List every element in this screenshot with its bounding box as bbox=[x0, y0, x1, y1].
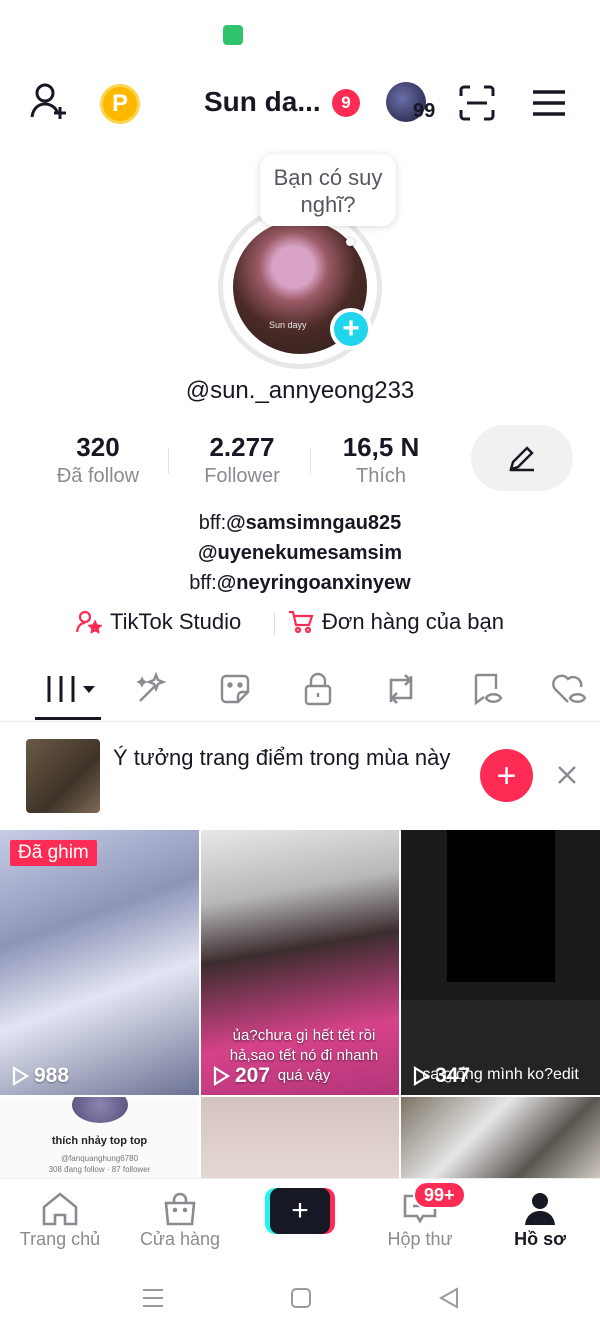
profile-title[interactable]: Sun da... bbox=[204, 86, 321, 118]
tab-favorites[interactable] bbox=[457, 666, 517, 712]
avatar-caption: Sun dayy bbox=[269, 320, 307, 330]
video-thumbnail[interactable] bbox=[401, 1097, 600, 1178]
coin-icon[interactable]: P bbox=[100, 84, 140, 124]
bio-line: @uyenekumesamsim bbox=[0, 538, 600, 568]
video-thumbnail[interactable] bbox=[201, 1097, 399, 1178]
top-bar: P Sun da... 9 99 bbox=[0, 72, 600, 134]
bio-mention[interactable]: @uyenekumesamsim bbox=[198, 542, 402, 564]
promo-add-button[interactable]: + bbox=[480, 749, 533, 802]
create-button[interactable]: + bbox=[265, 1188, 335, 1234]
user-handle[interactable]: @sun._annyeong233 bbox=[0, 377, 600, 405]
grid-icon bbox=[47, 676, 95, 702]
promo-text: Ý tưởng trang điểm trong mùa này bbox=[113, 745, 451, 770]
nav-label: Hộp thư bbox=[387, 1229, 453, 1249]
nav-profile[interactable]: Hồ sơ bbox=[485, 1189, 595, 1250]
bio-mention[interactable]: @neyringoanxinyew bbox=[217, 572, 411, 594]
bio: bff:@samsimngau825 @uyenekumesamsim bff:… bbox=[0, 508, 600, 598]
active-tab-indicator bbox=[35, 717, 101, 720]
thumbnail-title: thích nhảy top top bbox=[51, 1135, 148, 1147]
play-icon bbox=[413, 1066, 431, 1086]
pinned-badge: Đã ghim bbox=[10, 840, 97, 866]
bio-line: bff:@neyringoanxinyew bbox=[189, 572, 411, 594]
pencil-icon bbox=[509, 446, 534, 472]
tab-reposts[interactable] bbox=[371, 666, 431, 712]
video-thumbnail[interactable]: Đã ghim 988 bbox=[0, 830, 199, 1095]
play-icon bbox=[213, 1066, 231, 1086]
nav-home[interactable]: Trang chủ bbox=[5, 1189, 115, 1250]
tab-videos[interactable] bbox=[40, 666, 100, 712]
magic-icon bbox=[136, 671, 167, 702]
nav-shop[interactable]: Cửa hàng bbox=[125, 1189, 235, 1250]
stat-likes[interactable]: 16,5 N Thích bbox=[328, 432, 434, 488]
notification-badge: 9 bbox=[332, 89, 360, 117]
heart-eye-icon bbox=[552, 674, 587, 703]
view-count: 207 bbox=[211, 1064, 270, 1088]
shopping-bag-icon bbox=[164, 1192, 196, 1226]
story-count: 99 bbox=[413, 100, 436, 122]
tab-stickers[interactable] bbox=[205, 666, 265, 712]
promo-banner[interactable]: Ý tưởng trang điểm trong mùa này + bbox=[0, 722, 600, 828]
orders-link[interactable]: Đơn hàng của bạn bbox=[288, 609, 504, 635]
menu-icon[interactable] bbox=[530, 86, 568, 120]
bubble-dot bbox=[346, 238, 354, 246]
tab-private[interactable] bbox=[288, 666, 348, 712]
stat-followers[interactable]: 2.277 Follower bbox=[188, 432, 296, 488]
home-button-icon[interactable] bbox=[287, 1284, 315, 1312]
back-icon[interactable] bbox=[435, 1284, 463, 1312]
video-grid: Đã ghim 988 ủa?chưa gì hết tết rồi hả,sa… bbox=[0, 830, 600, 1178]
nav-label: Cửa hàng bbox=[139, 1229, 221, 1249]
nav-label: Trang chủ bbox=[19, 1229, 101, 1249]
tab-effects[interactable] bbox=[122, 666, 182, 712]
stat-label: Đã follow bbox=[56, 465, 140, 487]
divider bbox=[310, 448, 311, 474]
stat-following[interactable]: 320 Đã follow bbox=[44, 432, 152, 488]
recents-icon[interactable] bbox=[139, 1284, 167, 1312]
nav-label: Hồ sơ bbox=[514, 1229, 566, 1249]
edit-profile-button[interactable] bbox=[471, 425, 573, 491]
stat-value: 320 bbox=[76, 432, 120, 462]
cart-icon bbox=[289, 610, 314, 634]
stat-label: Thích bbox=[355, 465, 407, 487]
content-tabs bbox=[0, 660, 600, 722]
lock-icon bbox=[304, 672, 332, 706]
divider bbox=[274, 613, 275, 635]
system-nav-bar bbox=[0, 1262, 600, 1333]
promo-thumbnail bbox=[26, 739, 100, 813]
stat-value: 16,5 N bbox=[342, 432, 420, 462]
profile-icon bbox=[525, 1193, 555, 1225]
add-story-button[interactable]: + bbox=[330, 308, 372, 350]
studio-user-icon bbox=[76, 610, 102, 634]
studio-label: TikTok Studio bbox=[110, 609, 242, 634]
thought-bubble[interactable]: Bạn có suy nghĩ? bbox=[260, 154, 396, 226]
bio-mention[interactable]: @samsimngau825 bbox=[226, 512, 401, 534]
tiktok-studio-link[interactable]: TikTok Studio bbox=[76, 609, 241, 635]
close-icon[interactable] bbox=[554, 762, 580, 788]
bottom-nav: Trang chủ Cửa hàng + Hộp thư 99+ Hồ sơ bbox=[0, 1178, 600, 1262]
tab-liked[interactable] bbox=[540, 666, 600, 712]
view-count: 988 bbox=[10, 1064, 69, 1088]
repost-icon bbox=[389, 674, 413, 704]
stat-label: Follower bbox=[204, 465, 280, 487]
video-thumbnail[interactable]: ca giống mình ko?edit 347 bbox=[401, 830, 600, 1095]
bio-line: bff:@samsimngau825 bbox=[198, 512, 402, 534]
orders-label: Đơn hàng của bạn bbox=[322, 609, 505, 634]
video-thumbnail[interactable]: thích nhảy top top @fanquanghung6780 308 … bbox=[0, 1097, 199, 1178]
video-thumbnail[interactable]: ủa?chưa gì hết tết rồi hả,sao tết nó đi … bbox=[201, 830, 399, 1095]
thumbnail-avatar bbox=[72, 1097, 128, 1123]
play-icon bbox=[12, 1066, 30, 1086]
status-app-icon bbox=[223, 25, 243, 45]
profile-links: TikTok Studio Đơn hàng của bạn bbox=[0, 607, 600, 641]
thumbnail-subtitle: @fanquanghung6780 308 đang follow · 87 fo… bbox=[48, 1154, 151, 1174]
home-icon bbox=[42, 1192, 78, 1226]
view-count: 347 bbox=[411, 1064, 470, 1088]
stat-value: 2.277 bbox=[209, 432, 275, 462]
inbox-badge: 99+ bbox=[413, 1181, 466, 1209]
video-preview bbox=[447, 830, 555, 982]
divider bbox=[168, 448, 169, 474]
sticker-icon bbox=[220, 674, 250, 704]
add-friend-icon[interactable] bbox=[28, 82, 72, 122]
bookmark-eye-icon bbox=[474, 673, 503, 706]
scan-icon[interactable] bbox=[458, 84, 496, 122]
